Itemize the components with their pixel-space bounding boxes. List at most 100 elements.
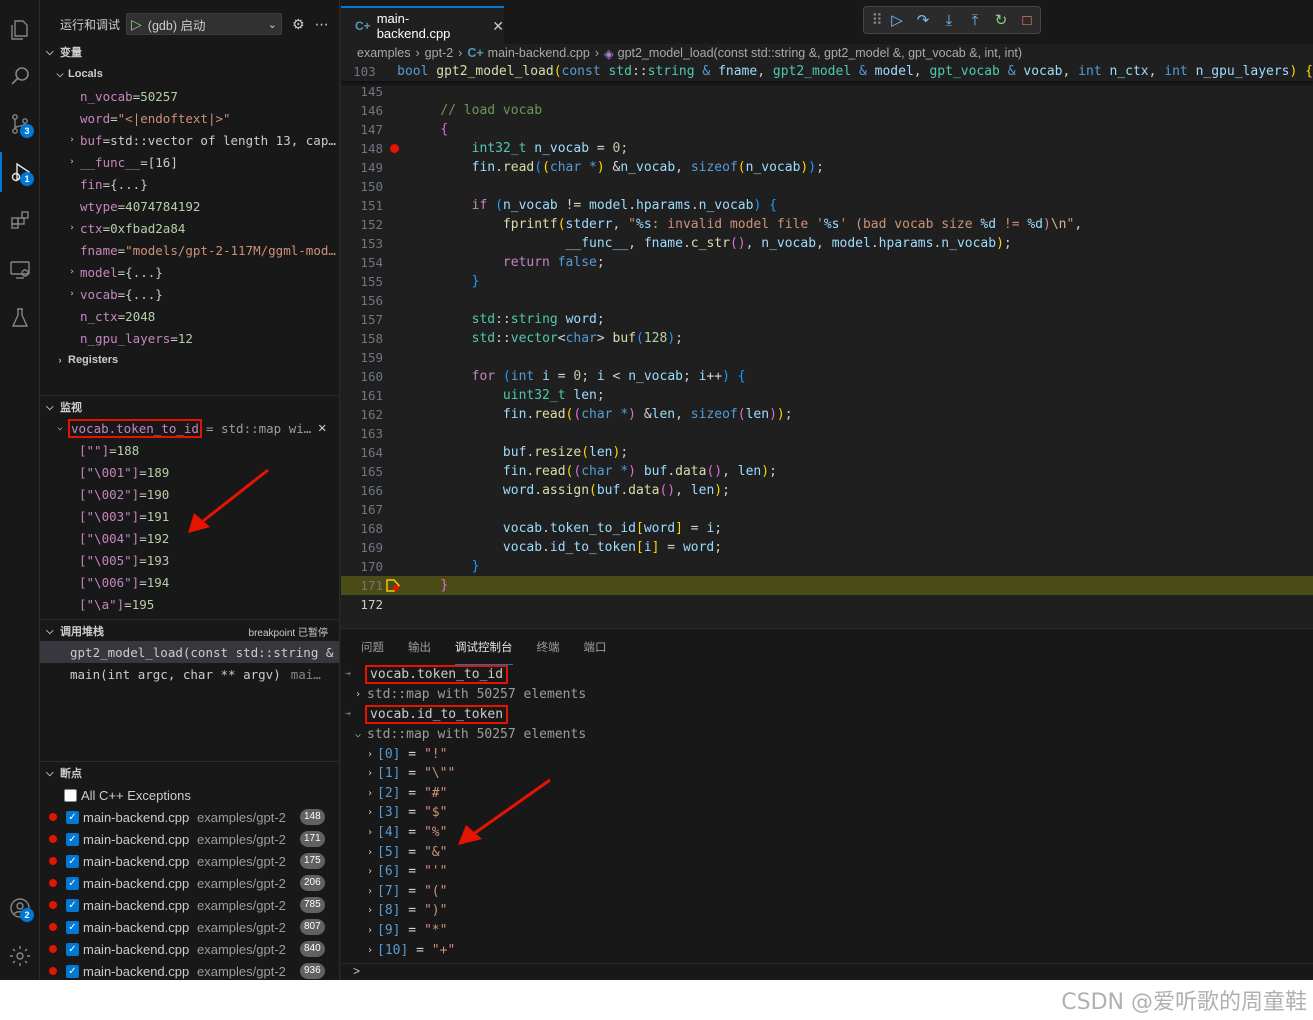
breadcrumb-folder[interactable]: gpt-2 bbox=[425, 46, 454, 60]
code-line[interactable]: 171 } bbox=[341, 576, 1313, 595]
variable-row[interactable]: n_vocab = 50257 bbox=[40, 85, 339, 107]
watch-item-row[interactable]: ["\006"] = 194 bbox=[40, 571, 339, 593]
gutter[interactable] bbox=[383, 348, 409, 367]
watch-item-row[interactable]: ["\002"] = 190 bbox=[40, 483, 339, 505]
variable-row[interactable]: › __func__ = [16] bbox=[40, 151, 339, 173]
breakpoint-row[interactable]: ✓ main-backend.cpp examples/gpt-2 206 bbox=[40, 872, 339, 894]
callstack-section-header[interactable]: ⌵ 调用堆栈 breakpoint 已暂停 bbox=[40, 620, 339, 642]
registers-scope[interactable]: › Registers bbox=[40, 349, 339, 371]
gutter[interactable] bbox=[383, 120, 409, 139]
console-map-entry[interactable]: › [1] = "\"" bbox=[341, 764, 1313, 784]
code-line[interactable]: 152 fprintf(stderr, "%s: invalid model f… bbox=[341, 215, 1313, 234]
code-line[interactable]: 162 fin.read((char *) &len, sizeof(len))… bbox=[341, 405, 1313, 424]
code-line[interactable]: 155 } bbox=[341, 272, 1313, 291]
code-line[interactable]: 146 // load vocab bbox=[341, 101, 1313, 120]
watch-item-row[interactable]: ["\a"] = 195 bbox=[40, 593, 339, 615]
accounts-icon[interactable]: 2 bbox=[0, 888, 40, 928]
code-line[interactable]: 148 int32_t n_vocab = 0; bbox=[341, 139, 1313, 158]
variable-row[interactable]: fin = {...} bbox=[40, 173, 339, 195]
code-line[interactable]: 165 fin.read((char *) buf.data(), len); bbox=[341, 462, 1313, 481]
gutter[interactable] bbox=[383, 443, 409, 462]
watch-item-row[interactable]: [""] = 188 bbox=[40, 439, 339, 461]
gutter[interactable] bbox=[383, 82, 409, 101]
step-over-icon[interactable]: ↷ bbox=[910, 11, 936, 29]
gutter[interactable] bbox=[383, 310, 409, 329]
gear-icon[interactable]: ⚙ bbox=[292, 16, 305, 33]
gutter[interactable] bbox=[383, 158, 409, 177]
console-map-entry[interactable]: › [6] = "'" bbox=[341, 862, 1313, 882]
code-line[interactable]: 157 std::string word; bbox=[341, 310, 1313, 329]
remote-explorer-icon[interactable] bbox=[0, 250, 40, 290]
files-icon[interactable] bbox=[0, 10, 40, 50]
watch-section-header[interactable]: ⌵ 监视 bbox=[40, 396, 339, 418]
breadcrumb-folder[interactable]: examples bbox=[357, 46, 411, 60]
code-view[interactable]: 103 bool gpt2_model_load(const std::stri… bbox=[341, 62, 1313, 628]
variable-row[interactable]: › vocab = {...} bbox=[40, 283, 339, 305]
start-debug-icon[interactable]: ▷ bbox=[131, 16, 142, 33]
gutter[interactable] bbox=[383, 481, 409, 500]
breakpoint-checkbox[interactable]: ✓ bbox=[66, 920, 79, 934]
breakpoint-checkbox[interactable]: ✓ bbox=[66, 964, 79, 978]
gutter[interactable] bbox=[383, 538, 409, 557]
code-line[interactable]: 167 bbox=[341, 500, 1313, 519]
watch-item-row[interactable]: ["\005"] = 193 bbox=[40, 549, 339, 571]
code-line[interactable]: 172 bbox=[341, 595, 1313, 614]
breakpoint-row[interactable]: ✓ main-backend.cpp examples/gpt-2 785 bbox=[40, 894, 339, 916]
breakpoint-row[interactable]: ✓ main-backend.cpp examples/gpt-2 175 bbox=[40, 850, 339, 872]
console-map-entry[interactable]: › [5] = "&" bbox=[341, 842, 1313, 862]
gutter[interactable] bbox=[383, 215, 409, 234]
gutter[interactable] bbox=[383, 101, 409, 120]
gutter[interactable] bbox=[383, 595, 409, 614]
gutter[interactable] bbox=[383, 291, 409, 310]
source-control-icon[interactable]: 3 bbox=[0, 104, 40, 144]
code-line[interactable]: 166 word.assign(buf.data(), len); bbox=[341, 481, 1313, 500]
watch-expression-row[interactable]: ⌵ vocab.token_to_id = std::map with… ✕ bbox=[40, 417, 339, 439]
variables-section-header[interactable]: ⌵ 变量 bbox=[40, 41, 339, 63]
step-out-icon[interactable]: ⤒ bbox=[962, 12, 988, 29]
console-map-entry[interactable]: › [0] = "!" bbox=[341, 744, 1313, 764]
sticky-scroll-line[interactable]: 103 bool gpt2_model_load(const std::stri… bbox=[341, 62, 1313, 81]
breakpoint-dot-icon[interactable] bbox=[390, 144, 399, 153]
gutter[interactable] bbox=[383, 253, 409, 272]
variable-row[interactable]: › model = {...} bbox=[40, 261, 339, 283]
variable-row[interactable]: › ctx = 0xfbad2a84 bbox=[40, 217, 339, 239]
breakpoint-checkbox[interactable]: ✓ bbox=[66, 832, 79, 846]
exception-breakpoint-row[interactable]: All C++ Exceptions bbox=[40, 784, 339, 806]
variable-row[interactable]: n_ctx = 2048 bbox=[40, 305, 339, 327]
breakpoint-checkbox[interactable]: ✓ bbox=[66, 854, 79, 868]
watch-item-row[interactable]: ["\004"] = 192 bbox=[40, 527, 339, 549]
locals-scope[interactable]: ⌵ Locals bbox=[40, 63, 339, 85]
code-line[interactable]: 145 bbox=[341, 82, 1313, 101]
breadcrumb-file[interactable]: main-backend.cpp bbox=[488, 46, 590, 60]
watch-item-row[interactable]: ["\003"] = 191 bbox=[40, 505, 339, 527]
console-map-entry[interactable]: › [7] = "(" bbox=[341, 881, 1313, 901]
gutter[interactable] bbox=[383, 329, 409, 348]
gutter[interactable] bbox=[383, 196, 409, 215]
gutter[interactable] bbox=[383, 367, 409, 386]
console-map-entry[interactable]: › [9] = "*" bbox=[341, 920, 1313, 940]
code-line[interactable]: 161 uint32_t len; bbox=[341, 386, 1313, 405]
search-icon[interactable] bbox=[0, 56, 40, 96]
tab-ports[interactable]: 端口 bbox=[584, 629, 607, 665]
code-line[interactable]: 153 __func__, fname.c_str(), n_vocab, mo… bbox=[341, 234, 1313, 253]
code-line[interactable]: 170 } bbox=[341, 557, 1313, 576]
console-result[interactable]: › std::map with 50257 elements bbox=[341, 684, 1313, 704]
gutter[interactable] bbox=[383, 424, 409, 443]
gutter[interactable] bbox=[383, 576, 409, 595]
console-result[interactable]: ⌵ std::map with 50257 elements bbox=[341, 724, 1313, 744]
continue-icon[interactable]: ▷ bbox=[884, 11, 910, 29]
breakpoint-checkbox[interactable]: ✓ bbox=[66, 810, 79, 824]
variable-row[interactable]: n_gpu_layers = 12 bbox=[40, 327, 339, 349]
testing-icon[interactable] bbox=[0, 298, 40, 338]
console-map-entry[interactable]: › [4] = "%" bbox=[341, 822, 1313, 842]
tab-terminal[interactable]: 终端 bbox=[537, 629, 560, 665]
console-map-entry[interactable]: › [10] = "+" bbox=[341, 940, 1313, 960]
gutter[interactable] bbox=[383, 500, 409, 519]
gutter[interactable] bbox=[383, 557, 409, 576]
console-map-entry[interactable]: › [3] = "$" bbox=[341, 803, 1313, 823]
gutter[interactable] bbox=[383, 139, 409, 158]
breakpoint-checkbox[interactable]: ✓ bbox=[66, 942, 79, 956]
run-debug-icon[interactable]: 1 bbox=[0, 152, 40, 192]
drag-handle-icon[interactable]: ⠿ bbox=[870, 11, 884, 29]
breakpoint-row[interactable]: ✓ main-backend.cpp examples/gpt-2 936 bbox=[40, 960, 339, 980]
